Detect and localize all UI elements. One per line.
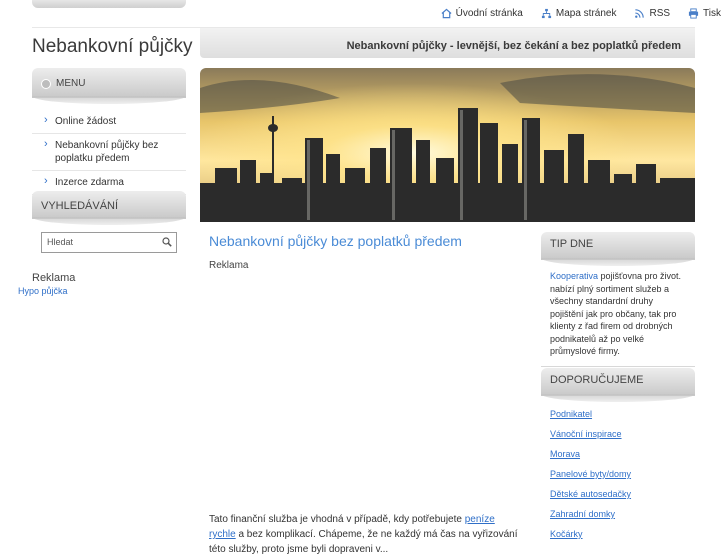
tip-title: TIP DNE — [550, 238, 594, 250]
search-input[interactable]: Hledat — [41, 232, 177, 253]
article-text: Tato finanční služba je vhodná v případě… — [209, 512, 519, 557]
article-text-end: a bez komplikací. Chápeme, že ne každý m… — [209, 529, 518, 555]
sitemap-icon — [541, 8, 551, 19]
recommend-item: Dětské autosedačky — [550, 484, 686, 504]
header-skyline-image — [200, 68, 695, 222]
recommend-link-panelove-byty[interactable]: Panelové byty/domy — [550, 469, 631, 479]
hypo-pujcka-link[interactable]: Hypo půjčka — [18, 286, 68, 296]
tip-link-kooperativa[interactable]: Kooperativa — [550, 271, 598, 281]
slogan-text: Nebankovní půjčky - levnější, bez čekání… — [346, 40, 681, 52]
search-placeholder: Hledat — [47, 237, 74, 247]
search-header: VYHLEDÁVÁNÍ — [32, 191, 186, 225]
recommend-link-detske-autosedacky[interactable]: Dětské autosedačky — [550, 489, 631, 499]
recommend-link-zahradni-domky[interactable]: Zahradní domky — [550, 509, 615, 519]
menu-box: MENU Online žádost Nebankovní půjčky bez… — [32, 68, 186, 195]
search-title: VYHLEDÁVÁNÍ — [41, 200, 119, 212]
tip-text: pojišťovna pro život. nabízí plný sortim… — [550, 271, 681, 356]
site-title[interactable]: Nebankovní půjčky — [32, 36, 193, 58]
print-icon — [688, 8, 699, 19]
tip-divider — [541, 365, 695, 367]
sitemap-link[interactable]: Mapa stránek — [541, 8, 617, 19]
top-links: Úvodní stránka Mapa stránek RSS Tisk — [441, 8, 721, 19]
tip-header: TIP DNE — [541, 232, 695, 266]
print-link-label: Tisk — [703, 8, 721, 19]
rss-link[interactable]: RSS — [634, 8, 670, 19]
top-tab-stub — [32, 0, 186, 8]
rss-icon — [635, 9, 645, 18]
recommend-list: Podnikatel Vánoční inspirace Morava Pane… — [541, 404, 695, 544]
recommend-link-morava[interactable]: Morava — [550, 449, 580, 459]
menu-bullet-icon — [41, 79, 51, 89]
menu-header: MENU — [32, 68, 186, 104]
recommend-item: Podnikatel — [550, 404, 686, 424]
sitemap-link-label: Mapa stránek — [555, 8, 617, 19]
article-text-start: Tato finanční služba je vhodná v případě… — [209, 514, 465, 525]
recommend-item: Morava — [550, 444, 686, 464]
rss-link-label: RSS — [649, 8, 671, 19]
recommend-item: Panelové byty/domy — [550, 464, 686, 484]
recommend-item: Zahradní domky — [550, 504, 686, 524]
search-icon[interactable] — [162, 237, 172, 247]
recommend-title: DOPORUČUJEME — [550, 374, 644, 386]
recommend-item: Vánoční inspirace — [550, 424, 686, 444]
slogan-bar: Nebankovní půjčky - levnější, bez čekání… — [200, 28, 695, 58]
menu-item-nebankovni-pujcky[interactable]: Nebankovní půjčky bez poplatku předem — [32, 134, 186, 171]
menu-list: Online žádost Nebankovní půjčky bez popl… — [32, 110, 186, 195]
recommend-link-kocarky[interactable]: Kočárky — [550, 529, 583, 539]
search-box: VYHLEDÁVÁNÍ Hledat — [32, 191, 186, 253]
tip-body: Kooperativa pojišťovna pro život. nabízí… — [541, 270, 695, 358]
recommend-box: DOPORUČUJEME Podnikatel Vánoční inspirac… — [541, 368, 695, 544]
article-ad-label: Reklama — [209, 260, 249, 271]
menu-item-online-zadost[interactable]: Online žádost — [32, 110, 186, 134]
article-title: Nebankovní půjčky bez poplatků předem — [209, 233, 462, 249]
recommend-link-vanocni-inspirace[interactable]: Vánoční inspirace — [550, 429, 622, 439]
menu-title: MENU — [56, 78, 86, 89]
home-link[interactable]: Úvodní stránka — [441, 8, 523, 19]
home-icon — [441, 8, 452, 19]
recommend-item: Kočárky — [550, 524, 686, 544]
print-link[interactable]: Tisk — [688, 8, 721, 19]
home-link-label: Úvodní stránka — [455, 8, 523, 19]
tip-box: TIP DNE Kooperativa pojišťovna pro život… — [541, 232, 695, 367]
left-ad-title: Reklama — [32, 272, 76, 284]
recommend-header: DOPORUČUJEME — [541, 368, 695, 402]
recommend-link-podnikatel[interactable]: Podnikatel — [550, 409, 592, 419]
